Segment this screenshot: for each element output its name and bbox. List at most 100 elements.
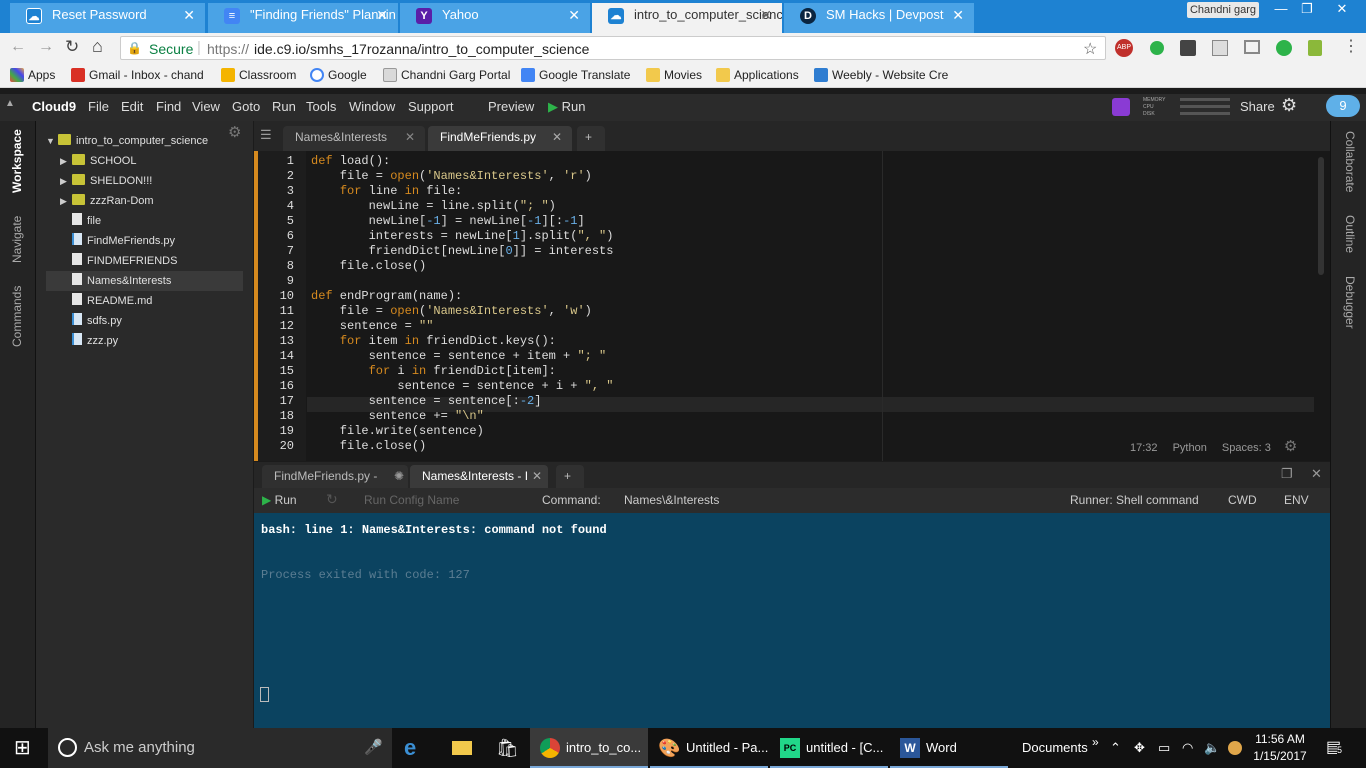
tree-item[interactable]: zzz.py xyxy=(46,331,243,351)
close-panel-icon[interactable]: ✕ xyxy=(1311,466,1322,482)
menu-view[interactable]: View xyxy=(192,99,220,114)
run-config-name-input[interactable]: Run Config Name xyxy=(364,493,459,507)
close-icon[interactable]: ✕ xyxy=(760,3,772,27)
bookmark-movies[interactable]: Movies xyxy=(646,68,702,82)
extension-image-icon[interactable] xyxy=(1212,40,1228,56)
battery-icon[interactable]: ▭ xyxy=(1158,728,1170,768)
close-icon[interactable]: ✕ xyxy=(952,3,964,27)
tab-list-icon[interactable]: ☰ xyxy=(260,127,272,143)
taskbar-app-chrome[interactable]: intro_to_co... xyxy=(530,728,648,768)
new-console-tab-button[interactable]: + xyxy=(556,465,584,488)
bookmark-portal[interactable]: Chandni Garg Portal xyxy=(383,68,510,82)
runner-select[interactable]: Runner: Shell command xyxy=(1070,493,1199,507)
tree-item[interactable]: FindMeFriends.py xyxy=(46,231,243,251)
maximize-icon[interactable]: ❐ xyxy=(1281,466,1293,482)
bookmark-classroom[interactable]: Classroom xyxy=(221,68,296,82)
cortana-search[interactable]: Ask me anything 🎤 xyxy=(48,728,392,768)
file-explorer-icon[interactable] xyxy=(452,728,474,768)
wifi-icon[interactable]: ◠ xyxy=(1182,728,1193,768)
env-button[interactable]: ENV xyxy=(1284,493,1309,507)
menu-tools[interactable]: Tools xyxy=(306,99,336,114)
clock[interactable]: 11:56 AM 1/15/2017 xyxy=(1252,728,1308,768)
star-icon[interactable]: ☆ xyxy=(1083,39,1097,59)
cast-icon[interactable] xyxy=(1244,40,1260,54)
close-icon[interactable]: ✕ xyxy=(183,3,195,27)
tree-item[interactable]: ▶ SHELDON!!! xyxy=(46,171,243,191)
browser-tab-yahoo[interactable]: Y Yahoo ✕ xyxy=(400,3,590,33)
reload-icon[interactable]: ↻ xyxy=(65,37,79,57)
console-tab-names-interests[interactable]: Names&Interests - I ✕ xyxy=(410,465,548,488)
close-icon[interactable]: ✕ xyxy=(552,126,562,148)
menu-window[interactable]: Window xyxy=(349,99,395,114)
address-bar[interactable]: 🔒 Secure | https:// ide.c9.io/smhs_17roz… xyxy=(120,36,1106,60)
menu-goto[interactable]: Goto xyxy=(232,99,260,114)
extension-circle-icon[interactable] xyxy=(1276,40,1292,56)
tree-item[interactable]: ▶ SCHOOL xyxy=(46,151,243,171)
browser-tab-devpost[interactable]: D SM Hacks | Devpost ✕ xyxy=(784,3,974,33)
extension-tools-icon[interactable] xyxy=(1308,40,1322,56)
bookmark-google[interactable]: Google xyxy=(310,68,367,82)
close-icon[interactable]: ✕ xyxy=(532,465,542,487)
run-button[interactable]: ▶ Run xyxy=(548,99,585,115)
profile-button[interactable]: Chandni garg xyxy=(1187,2,1259,18)
code-editor[interactable]: 1 def load(): 2 file = open('Names&Interes… xyxy=(254,151,1330,461)
bookmark-apps[interactable]: Apps xyxy=(10,68,55,82)
indent-setting[interactable]: Spaces: 3 xyxy=(1222,442,1271,454)
tab-findmefriends[interactable]: FindMeFriends.py ✕ xyxy=(428,126,572,151)
command-input[interactable]: Names\&Interests xyxy=(624,493,719,507)
edge-icon[interactable]: e xyxy=(404,728,430,768)
console-tab-findmefriends[interactable]: FindMeFriends.py - ✺ xyxy=(262,465,408,488)
avatar[interactable] xyxy=(1112,98,1130,116)
taskbar-app-pycharm[interactable]: PC untitled - [C... xyxy=(770,728,888,768)
tree-item[interactable]: README.md xyxy=(46,291,243,311)
documents-toolbar[interactable]: Documents xyxy=(1022,728,1088,768)
tray-up-icon[interactable]: ⌃ xyxy=(1110,728,1121,768)
tree-item[interactable]: ▶ zzzRan-Dom xyxy=(46,191,243,211)
bookmark-translate[interactable]: Google Translate xyxy=(521,68,630,82)
restart-icon[interactable]: ↻ xyxy=(326,491,338,508)
tree-item[interactable]: file xyxy=(46,211,243,231)
close-icon[interactable]: ✕ xyxy=(405,126,415,148)
tree-item-selected[interactable]: Names&Interests xyxy=(46,271,243,291)
windows-start-icon[interactable]: ⊞ xyxy=(14,728,36,768)
microphone-icon[interactable]: 🎤 xyxy=(364,728,383,768)
taskbar-app-paint[interactable]: 🎨 Untitled - Pa... xyxy=(650,728,768,768)
menu-file[interactable]: File xyxy=(88,99,109,114)
menu-support[interactable]: Support xyxy=(408,99,454,114)
forward-icon[interactable]: → xyxy=(38,38,54,56)
window-close-icon[interactable]: ✕ xyxy=(1322,0,1362,18)
adblock-icon[interactable]: ABP xyxy=(1115,39,1133,57)
back-icon[interactable]: ← xyxy=(10,38,26,56)
tree-item[interactable]: FINDMEFRIENDS xyxy=(46,251,243,271)
menu-find[interactable]: Find xyxy=(156,99,181,114)
restore-icon[interactable]: ❐ xyxy=(1294,0,1320,18)
menu-cloud9[interactable]: Cloud9 xyxy=(32,99,76,114)
close-icon[interactable]: ✕ xyxy=(568,3,580,27)
collapse-icon[interactable]: ▲ xyxy=(5,98,15,109)
menu-edit[interactable]: Edit xyxy=(121,99,143,114)
volume-icon[interactable]: 🔈 xyxy=(1204,728,1220,768)
close-icon[interactable]: ✕ xyxy=(376,3,388,27)
minimize-icon[interactable]: — xyxy=(1268,0,1294,18)
gear-icon[interactable]: ⚙ xyxy=(1281,95,1297,116)
tree-item[interactable]: sdfs.py xyxy=(46,311,243,331)
taskbar-app-word[interactable]: W Word xyxy=(890,728,1008,768)
chevron-right-icon[interactable]: » xyxy=(1092,722,1099,762)
extension-green-icon[interactable] xyxy=(1150,41,1164,55)
editor-scrollbar[interactable] xyxy=(1318,157,1324,275)
bookmark-applications[interactable]: Applications xyxy=(716,68,799,82)
menu-icon[interactable]: ⋮ xyxy=(1343,36,1359,56)
bookmark-weebly[interactable]: Weebly - Website Cre xyxy=(814,68,948,82)
preview-button[interactable]: Preview xyxy=(488,99,534,114)
browser-tab-reset-password[interactable]: ☁ Reset Password ✕ xyxy=(10,3,205,33)
extension-icon[interactable] xyxy=(1180,40,1196,56)
share-button[interactable]: Share xyxy=(1240,99,1275,114)
console-run-button[interactable]: ▶ Run xyxy=(262,493,297,507)
cwd-button[interactable]: CWD xyxy=(1228,493,1257,507)
dropbox-icon[interactable]: ✥ xyxy=(1134,728,1145,768)
store-icon[interactable]: 🛍 xyxy=(496,728,519,768)
menu-run[interactable]: Run xyxy=(272,99,296,114)
tab-names-interests[interactable]: Names&Interests ✕ xyxy=(283,126,425,151)
gear-icon[interactable]: ⚙ xyxy=(1284,438,1297,455)
home-icon[interactable]: ⌂ xyxy=(92,36,103,57)
